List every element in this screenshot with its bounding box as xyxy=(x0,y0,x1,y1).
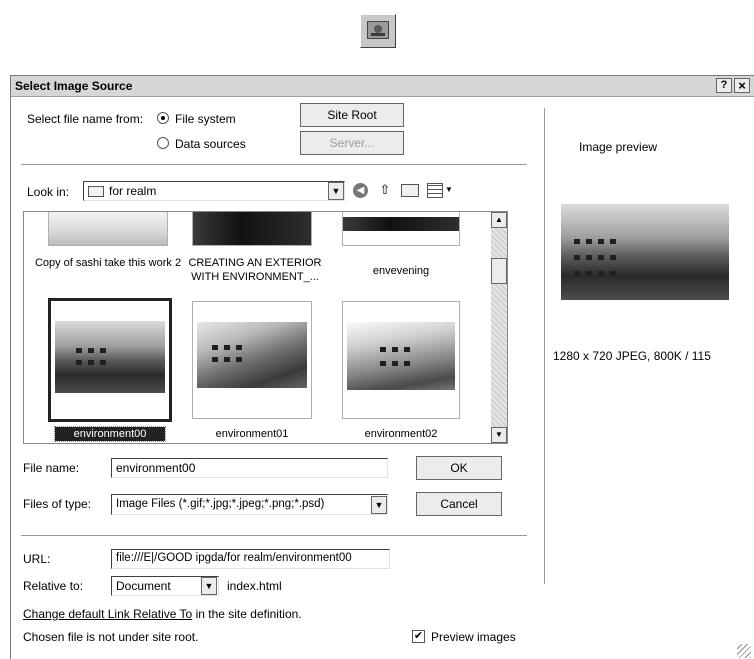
image-source-icon xyxy=(360,14,396,48)
relative-to-dropdown[interactable]: Document ▼ xyxy=(111,576,219,596)
scroll-up-button[interactable]: ▲ xyxy=(491,212,507,228)
source-label: Select file name from: xyxy=(27,112,144,126)
view-menu-icon[interactable] xyxy=(427,183,443,198)
preview-info: 1280 x 720 JPEG, 800K / 115 xyxy=(553,349,711,363)
file-item-label: CREATING AN EXTERIOR WITH ENVIRONMENT_..… xyxy=(188,257,322,283)
look-in-value: for realm xyxy=(109,184,157,198)
radio-file-system-label: File system xyxy=(175,112,236,126)
link-suffix: in the site definition. xyxy=(192,607,302,621)
file-thumbnail[interactable] xyxy=(192,301,312,419)
preview-divider xyxy=(544,108,545,584)
dialog-title: Select Image Source xyxy=(15,79,133,93)
file-item-label: environment00 xyxy=(54,426,166,442)
url-label: URL: xyxy=(23,552,51,566)
close-icon: × xyxy=(738,78,746,93)
chevron-down-icon[interactable]: ▼ xyxy=(371,496,387,514)
file-list[interactable]: Copy of sashi take this work 2 CREATING … xyxy=(23,211,508,444)
file-thumbnail[interactable] xyxy=(342,212,460,246)
url-input[interactable]: file:///E|/GOOD ipgda/for realm/environm… xyxy=(111,549,390,569)
file-thumbnail[interactable] xyxy=(342,301,460,419)
server-button[interactable]: Server... xyxy=(300,131,404,155)
new-folder-icon[interactable] xyxy=(401,184,419,197)
view-menu-chevron-icon: ▼ xyxy=(445,185,453,194)
file-thumbnail[interactable] xyxy=(192,212,312,246)
scroll-down-button[interactable]: ▼ xyxy=(491,427,507,443)
preview-heading: Image preview xyxy=(579,140,658,154)
select-image-source-dialog: Select Image Source ? × Select file name… xyxy=(10,75,754,659)
image-preview xyxy=(561,204,729,300)
up-folder-icon[interactable]: ⇧ xyxy=(377,182,393,198)
scroll-thumb[interactable] xyxy=(491,258,507,284)
radio-data-sources[interactable] xyxy=(157,137,169,149)
file-item-label: Copy of sashi take this work 2 xyxy=(34,257,182,269)
divider xyxy=(21,535,527,536)
file-thumbnail-selected[interactable] xyxy=(48,298,172,422)
site-definition-note: Change default Link Relative To in the s… xyxy=(23,607,302,621)
help-icon: ? xyxy=(720,79,728,91)
file-item-label: environment01 xyxy=(215,428,289,440)
radio-file-system[interactable] xyxy=(157,112,169,124)
resize-grip-icon[interactable] xyxy=(737,644,751,658)
file-item-label: envevening xyxy=(372,265,430,277)
vertical-scrollbar[interactable]: ▲ ▼ xyxy=(491,212,507,443)
relative-page: index.html xyxy=(227,579,282,593)
close-button[interactable]: × xyxy=(734,78,750,93)
change-default-link[interactable]: Change default Link Relative To xyxy=(23,607,192,621)
cancel-button[interactable]: Cancel xyxy=(416,492,502,516)
back-icon[interactable]: ◀ xyxy=(353,183,368,198)
help-button[interactable]: ? xyxy=(716,78,732,93)
site-root-button[interactable]: Site Root xyxy=(300,103,404,127)
files-of-type-label: Files of type: xyxy=(23,497,92,511)
files-of-type-dropdown[interactable]: Image Files (*.gif;*.jpg;*.jpeg;*.png;*.… xyxy=(111,494,388,515)
files-of-type-value: Image Files (*.gif;*.jpg;*.jpeg;*.png;*.… xyxy=(116,498,325,510)
ok-button[interactable]: OK xyxy=(416,456,502,480)
file-name-label: File name: xyxy=(23,461,80,475)
divider xyxy=(21,164,527,165)
chevron-down-icon[interactable]: ▼ xyxy=(201,577,217,595)
file-item-label: environment02 xyxy=(364,428,438,440)
radio-data-sources-label: Data sources xyxy=(175,137,246,151)
file-thumbnail[interactable] xyxy=(48,212,168,246)
preview-images-checkbox[interactable]: ✔ xyxy=(412,630,425,643)
relative-to-label: Relative to: xyxy=(23,579,84,593)
look-in-dropdown[interactable]: for realm ▼ xyxy=(83,181,345,201)
relative-to-value: Document xyxy=(116,579,171,593)
status-text: Chosen file is not under site root. xyxy=(23,630,199,644)
file-name-input[interactable]: environment00 xyxy=(111,458,388,478)
look-in-label: Look in: xyxy=(27,185,70,199)
preview-images-label: Preview images xyxy=(431,630,516,644)
chevron-down-icon[interactable]: ▼ xyxy=(328,182,344,200)
title-bar: Select Image Source ? × xyxy=(11,76,754,97)
folder-icon xyxy=(88,186,104,197)
